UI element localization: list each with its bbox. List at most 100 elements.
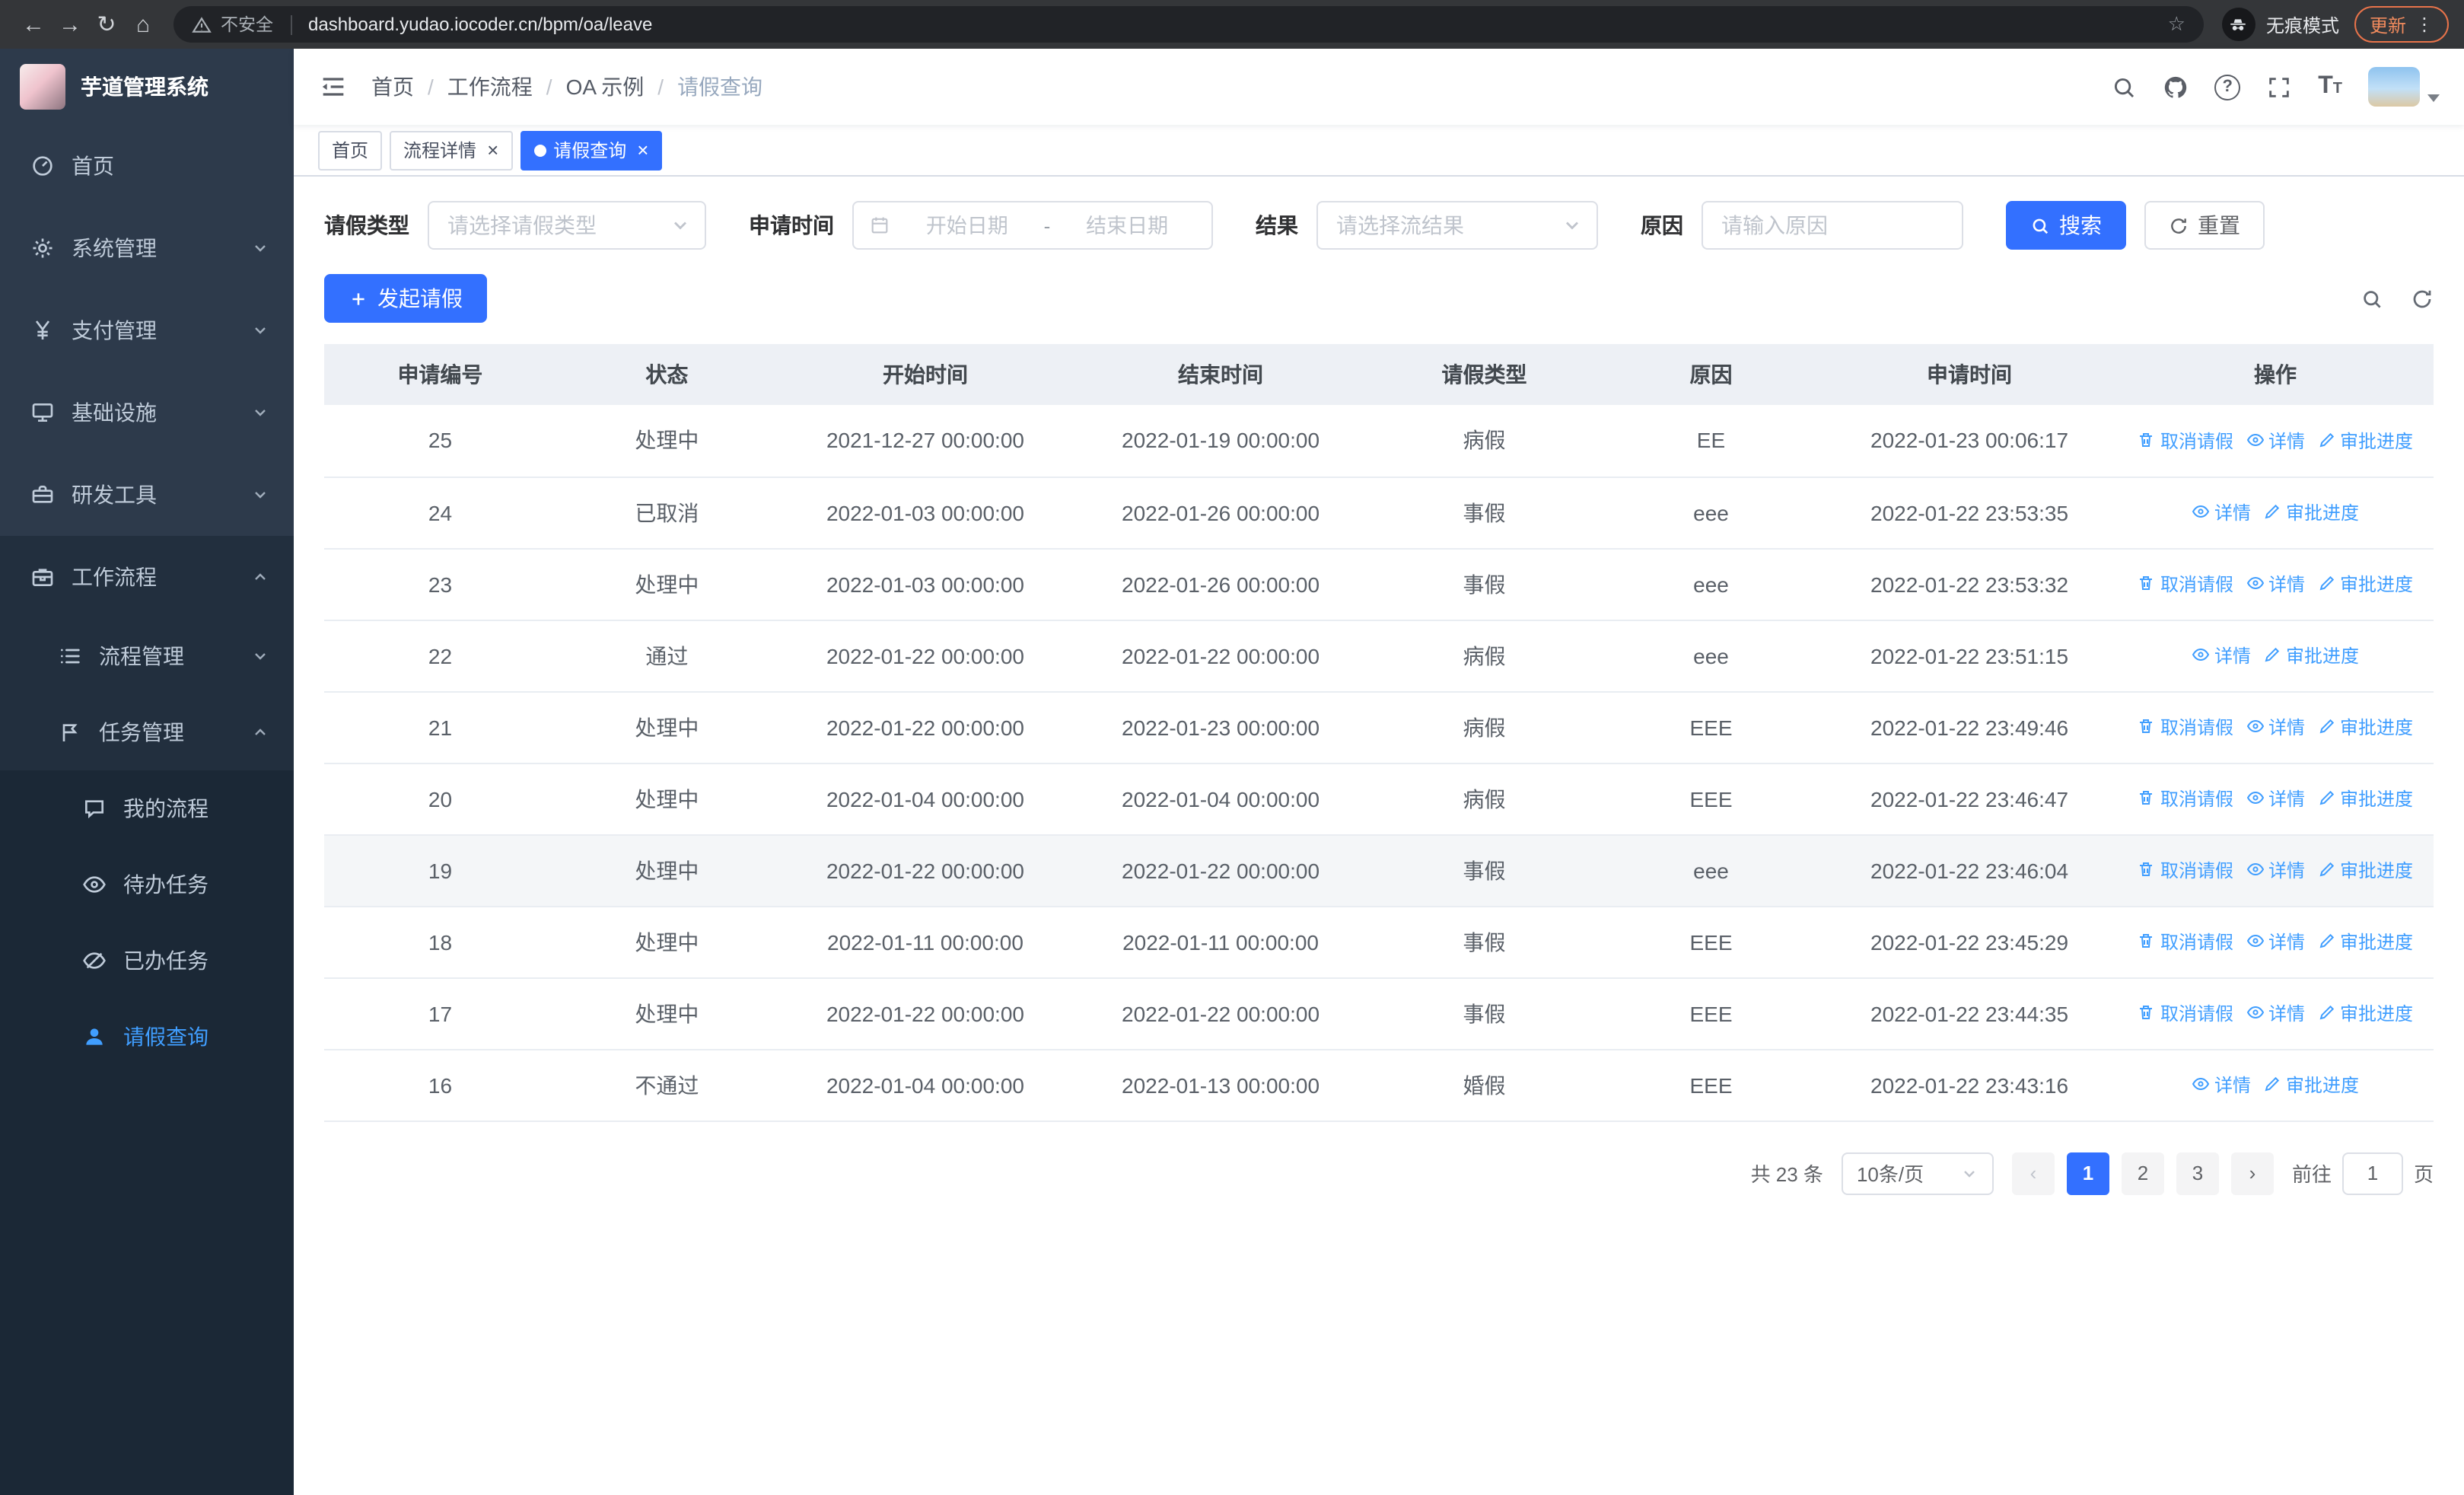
sidebar-item-devtools[interactable]: 研发工具 — [0, 454, 294, 536]
table-row: 18 处理中 2022-01-11 00:00:00 2022-01-11 00:00… — [324, 906, 2434, 978]
end-date-input[interactable] — [1058, 214, 1196, 237]
cancel-action-link[interactable]: 取消请假 — [2138, 929, 2233, 955]
browser-back-icon[interactable]: ← — [15, 6, 52, 43]
tab-process-detail[interactable]: 流程详情 × — [390, 130, 513, 170]
create-leave-button[interactable]: 发起请假 — [324, 274, 487, 323]
browser-home-icon[interactable]: ⌂ — [125, 6, 161, 43]
sidebar-item-infrastructure[interactable]: 基础设施 — [0, 371, 294, 454]
breadcrumb-item[interactable]: 工作流程 — [447, 72, 533, 102]
sidebar-item-todo-tasks[interactable]: 待办任务 — [0, 846, 294, 923]
detail-action-link[interactable]: 详情 — [2246, 857, 2305, 883]
tab-close-icon[interactable]: × — [487, 140, 498, 160]
page-size-select[interactable]: 10条/页 — [1841, 1152, 1994, 1194]
app-logo[interactable]: 芋道管理系统 — [0, 49, 294, 125]
result-input[interactable] — [1336, 213, 1554, 237]
detail-action-link[interactable]: 详情 — [2192, 642, 2251, 668]
page-button-1[interactable]: 1 — [2066, 1152, 2109, 1194]
breadcrumb-separator: / — [428, 75, 434, 99]
reset-button[interactable]: 重置 — [2144, 201, 2265, 250]
breadcrumb-item[interactable]: OA 示例 — [566, 72, 645, 102]
breadcrumb: 首页 / 工作流程 / OA 示例 / 请假查询 — [371, 72, 762, 102]
cell-status: 处理中 — [556, 834, 778, 907]
progress-action-link[interactable]: 审批进度 — [2317, 786, 2413, 811]
browser-reload-icon[interactable]: ↻ — [88, 6, 125, 43]
sidebar-item-process-mgmt[interactable]: 流程管理 — [0, 618, 294, 694]
page-button-2[interactable]: 2 — [2121, 1152, 2164, 1194]
cell-start: 2022-01-22 00:00:00 — [777, 834, 1073, 907]
progress-action-link[interactable]: 审批进度 — [2317, 571, 2413, 597]
tab-home[interactable]: 首页 — [318, 130, 383, 170]
progress-action-link[interactable]: 审批进度 — [2263, 642, 2359, 668]
tab-leave-query[interactable]: 请假查询 × — [520, 130, 663, 170]
detail-action-link[interactable]: 详情 — [2192, 1072, 2251, 1098]
progress-action-link[interactable]: 审批进度 — [2317, 929, 2413, 955]
fullscreen-icon[interactable] — [2266, 74, 2292, 100]
browser-update-button[interactable]: 更新 ⋮ — [2354, 6, 2449, 43]
detail-action-link[interactable]: 详情 — [2192, 499, 2251, 525]
reason-input[interactable] — [1721, 213, 1944, 237]
bookmark-star-icon[interactable]: ☆ — [2168, 12, 2185, 37]
date-range-picker[interactable]: - — [852, 201, 1213, 250]
progress-action-link[interactable]: 审批进度 — [2317, 427, 2413, 453]
cell-start: 2022-01-03 00:00:00 — [777, 548, 1073, 620]
security-label[interactable]: 不安全 — [221, 12, 273, 37]
sidebar-item-task-mgmt[interactable]: 任务管理 — [0, 694, 294, 770]
search-icon[interactable] — [2111, 74, 2137, 100]
detail-action-link[interactable]: 详情 — [2246, 571, 2305, 597]
tab-close-icon[interactable]: × — [637, 140, 648, 160]
cancel-action-link[interactable]: 取消请假 — [2138, 857, 2233, 883]
cancel-action-link[interactable]: 取消请假 — [2138, 1000, 2233, 1026]
search-toggle-icon[interactable] — [2361, 287, 2383, 310]
cell-actions: 详情 审批进度 — [2117, 1049, 2434, 1121]
progress-action-link[interactable]: 审批进度 — [2317, 714, 2413, 740]
url-text[interactable]: dashboard.yudao.iocoder.cn/bpm/oa/leave — [308, 14, 2159, 35]
progress-action-link[interactable]: 审批进度 — [2263, 1072, 2359, 1098]
cancel-action-link[interactable]: 取消请假 — [2138, 427, 2233, 453]
progress-action-link[interactable]: 审批进度 — [2317, 857, 2413, 883]
cell-id: 25 — [324, 405, 556, 477]
goto-page-input[interactable] — [2341, 1152, 2403, 1194]
cancel-action-link[interactable]: 取消请假 — [2138, 714, 2233, 740]
reason-field[interactable] — [1702, 201, 1963, 250]
sidebar-item-payment[interactable]: 支付管理 — [0, 289, 294, 371]
user-avatar[interactable] — [2368, 67, 2440, 107]
search-button[interactable]: 搜索 — [2006, 201, 2126, 250]
sidebar-item-my-process[interactable]: 我的流程 — [0, 770, 294, 846]
sidebar-item-home[interactable]: 首页 — [0, 125, 294, 207]
page-button-3[interactable]: 3 — [2176, 1152, 2219, 1194]
progress-action-link[interactable]: 审批进度 — [2263, 499, 2359, 525]
chevron-up-icon — [255, 573, 266, 580]
start-date-input[interactable] — [898, 214, 1036, 237]
breadcrumb-item[interactable]: 首页 — [371, 72, 414, 102]
result-select[interactable] — [1316, 201, 1598, 250]
cell-end: 2022-01-26 00:00:00 — [1073, 548, 1369, 620]
cancel-action-link[interactable]: 取消请假 — [2138, 786, 2233, 811]
help-icon[interactable]: ? — [2214, 74, 2241, 100]
detail-action-link[interactable]: 详情 — [2246, 427, 2305, 453]
sidebar-item-workflow[interactable]: 工作流程 — [0, 536, 294, 618]
detail-action-link[interactable]: 详情 — [2246, 714, 2305, 740]
prev-page-button[interactable]: ‹ — [2011, 1152, 2055, 1194]
sidebar-item-system[interactable]: 系统管理 — [0, 207, 294, 289]
table-row: 24 已取消 2022-01-03 00:00:00 2022-01-26 00:00… — [324, 477, 2434, 549]
github-icon[interactable] — [2163, 74, 2189, 100]
leave-type-input[interactable] — [447, 213, 662, 237]
cell-actions: 取消请假 详情 审批进度 — [2117, 405, 2434, 477]
cell-start: 2022-01-11 00:00:00 — [777, 906, 1073, 978]
next-page-button[interactable]: › — [2230, 1152, 2274, 1194]
sidebar-item-leave-query[interactable]: 请假查询 — [0, 999, 294, 1075]
font-size-icon[interactable]: TT — [2318, 74, 2342, 99]
browser-forward-icon[interactable]: → — [52, 6, 88, 43]
detail-action-link[interactable]: 详情 — [2246, 1000, 2305, 1026]
eye-off-icon — [83, 952, 106, 969]
refresh-icon[interactable] — [2411, 287, 2434, 310]
detail-action-link[interactable]: 详情 — [2246, 929, 2305, 955]
detail-action-link[interactable]: 详情 — [2246, 786, 2305, 811]
browser-menu-icon[interactable]: ⋮ — [2415, 14, 2434, 35]
progress-action-link[interactable]: 审批进度 — [2317, 1000, 2413, 1026]
cancel-action-link[interactable]: 取消请假 — [2138, 571, 2233, 597]
sidebar-item-done-tasks[interactable]: 已办任务 — [0, 923, 294, 999]
address-bar[interactable]: 不安全 dashboard.yudao.iocoder.cn/bpm/oa/le… — [173, 6, 2204, 43]
sidebar-collapse-icon[interactable] — [318, 72, 349, 102]
leave-type-select[interactable] — [428, 201, 706, 250]
